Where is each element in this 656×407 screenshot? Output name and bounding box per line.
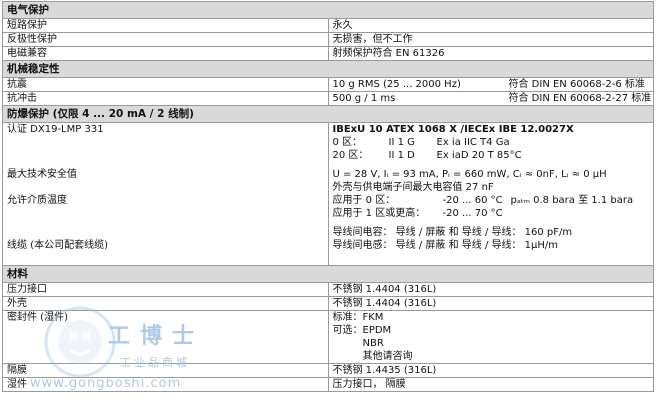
zone0-key: 0 区：	[332, 137, 363, 148]
shock-standard: 符合 DIN EN 60068-2-27 标准	[508, 93, 652, 104]
medium-zone0-patm: pₐₜₘ 0.8 bara 至 1.1 bara	[510, 195, 634, 206]
medium-temp-line2: 应用于 1 区或更高： -20 ... 70 °C	[333, 207, 650, 220]
table-row: 短路保护 永久	[2, 18, 654, 33]
medium-zone1-key: 应用于 1 区或更高：	[332, 208, 426, 219]
row-label: 密封件 (湿件)	[2, 310, 329, 364]
section-title: 防爆保护 (仅限 4 ... 20 mA / 2 线制)	[2, 105, 654, 123]
table-row: 密封件 (湿件) 标准：FKM 可选：EPDM NBR 其他请咨询	[2, 310, 654, 364]
row-value: 压力接口， 隔膜	[327, 377, 654, 392]
table-row: 电磁兼容 射频保护符合 EN 61326	[2, 46, 654, 61]
table-row: 抗冲击 500 g / 1 ms 符合 DIN EN 60068-2-27 标准	[2, 91, 654, 106]
zone20-line: 20 区： II 1 D Ex iaD 20 T 85°C	[333, 149, 650, 162]
medium-temp-label: 允许介质温度	[7, 195, 67, 206]
safety-capacitance: 外壳与供电端子间最大电容值 27 nF	[332, 182, 494, 193]
medium-temp-line1: 应用于 0 区： -20 ... 60 °C pₐₜₘ 0.8 bara 至 1…	[333, 194, 650, 207]
section-header-mechanical: 机械稳定性	[2, 60, 654, 78]
medium-zone0-temp: -20 ... 60 °C	[442, 195, 503, 206]
row-label: 隔膜	[2, 363, 329, 378]
table-row: 压力接口 不锈钢 1.4404 (316L)	[2, 282, 654, 297]
cable-capacitance: 导线间电容： 导线 / 屏蔽 和 导线 / 导线： 160 pF/m	[332, 227, 573, 238]
medium-zone0-key: 应用于 0 区：	[332, 195, 396, 206]
seal-option-epdm: 可选：EPDM	[332, 325, 392, 336]
table-row: 隔膜 不锈钢 1.4435 (316L)	[2, 363, 654, 378]
row-label: 湿件	[2, 377, 329, 392]
row-value: 不锈钢 1.4435 (316L)	[327, 363, 654, 378]
row-value: 10 g RMS (25 ... 2000 Hz) 符合 DIN EN 6006…	[327, 77, 654, 92]
row-label: 短路保护	[2, 18, 329, 33]
cable-label: 线缆 (本公司配套线缆)	[7, 240, 108, 251]
cert-number: IBExU 10 ATEX 1068 X /IECEx IBE 12.0027X	[332, 124, 574, 135]
row-value: 不锈钢 1.4404 (316L)	[327, 282, 654, 297]
safety-values: U = 28 V, Iᵢ = 93 mA, Pᵢ = 660 mW, Cᵢ ≈ …	[332, 169, 607, 180]
row-label: 抗震	[2, 77, 329, 92]
safety-label: 最大技术安全值	[7, 169, 77, 180]
vibration-value: 10 g RMS (25 ... 2000 Hz)	[332, 79, 461, 90]
zone0-line: 0 区： II 1 G Ex ia IIC T4 Ga	[333, 136, 650, 149]
table-row: 外壳 不锈钢 1.4404 (316L)	[2, 296, 654, 311]
row-label: 外壳	[2, 296, 329, 311]
cable-inductance: 导线间电感： 导线 / 屏蔽 和 导线 / 导线： 1μH/m	[332, 240, 559, 251]
row-label: 压力接口	[2, 282, 329, 297]
medium-zone1-temp: -20 ... 70 °C	[442, 208, 503, 219]
section-title: 材料	[2, 265, 654, 283]
spec-sheet: 电气保护 短路保护 永久 反极性保护 无损害，但不工作 电磁兼容 射频保护符合 …	[2, 1, 654, 392]
row-value: 不锈钢 1.4404 (316L)	[327, 296, 654, 311]
table-row: 认证 DX19-LMP 331 最大技术安全值 允许介质温度 线缆 (本公司配套…	[2, 122, 654, 266]
zone20-key: 20 区：	[332, 150, 369, 161]
zone0-marking: Ex ia IIC T4 Ga	[436, 137, 510, 148]
row-value: 无损害，但不工作	[327, 32, 654, 47]
table-row: 湿件 压力接口， 隔膜	[2, 377, 654, 392]
vibration-standard: 符合 DIN EN 60068-2-6 标准	[508, 79, 645, 90]
table-row: 抗震 10 g RMS (25 ... 2000 Hz) 符合 DIN EN 6…	[2, 77, 654, 92]
row-label: 反极性保护	[2, 32, 329, 47]
seal-option-other: 其他请咨询	[362, 351, 413, 362]
section-header-electrical: 电气保护	[2, 1, 654, 19]
section-header-materials: 材料	[2, 265, 654, 283]
zone20-marking: Ex iaD 20 T 85°C	[436, 150, 522, 161]
row-value: 永久	[327, 18, 654, 33]
seal-standard: 标准：FKM	[332, 312, 384, 323]
row-value: 射频保护符合 EN 61326	[327, 46, 654, 61]
section-title: 机械稳定性	[2, 60, 654, 78]
zone20-category: II 1 D	[388, 150, 415, 161]
row-value: 500 g / 1 ms 符合 DIN EN 60068-2-27 标准	[327, 91, 654, 106]
section-header-explosion: 防爆保护 (仅限 4 ... 20 mA / 2 线制)	[2, 105, 654, 123]
seal-option-nbr: NBR	[362, 338, 384, 349]
shock-value: 500 g / 1 ms	[332, 93, 396, 104]
section-title: 电气保护	[2, 1, 654, 19]
row-label: 电磁兼容	[2, 46, 329, 61]
spec-table: 电气保护 短路保护 永久 反极性保护 无损害，但不工作 电磁兼容 射频保护符合 …	[2, 1, 654, 392]
table-row: 反极性保护 无损害，但不工作	[2, 32, 654, 47]
zone0-category: II 1 G	[388, 137, 415, 148]
cert-label: 认证 DX19-LMP 331	[7, 124, 104, 135]
row-label: 抗冲击	[2, 91, 329, 106]
